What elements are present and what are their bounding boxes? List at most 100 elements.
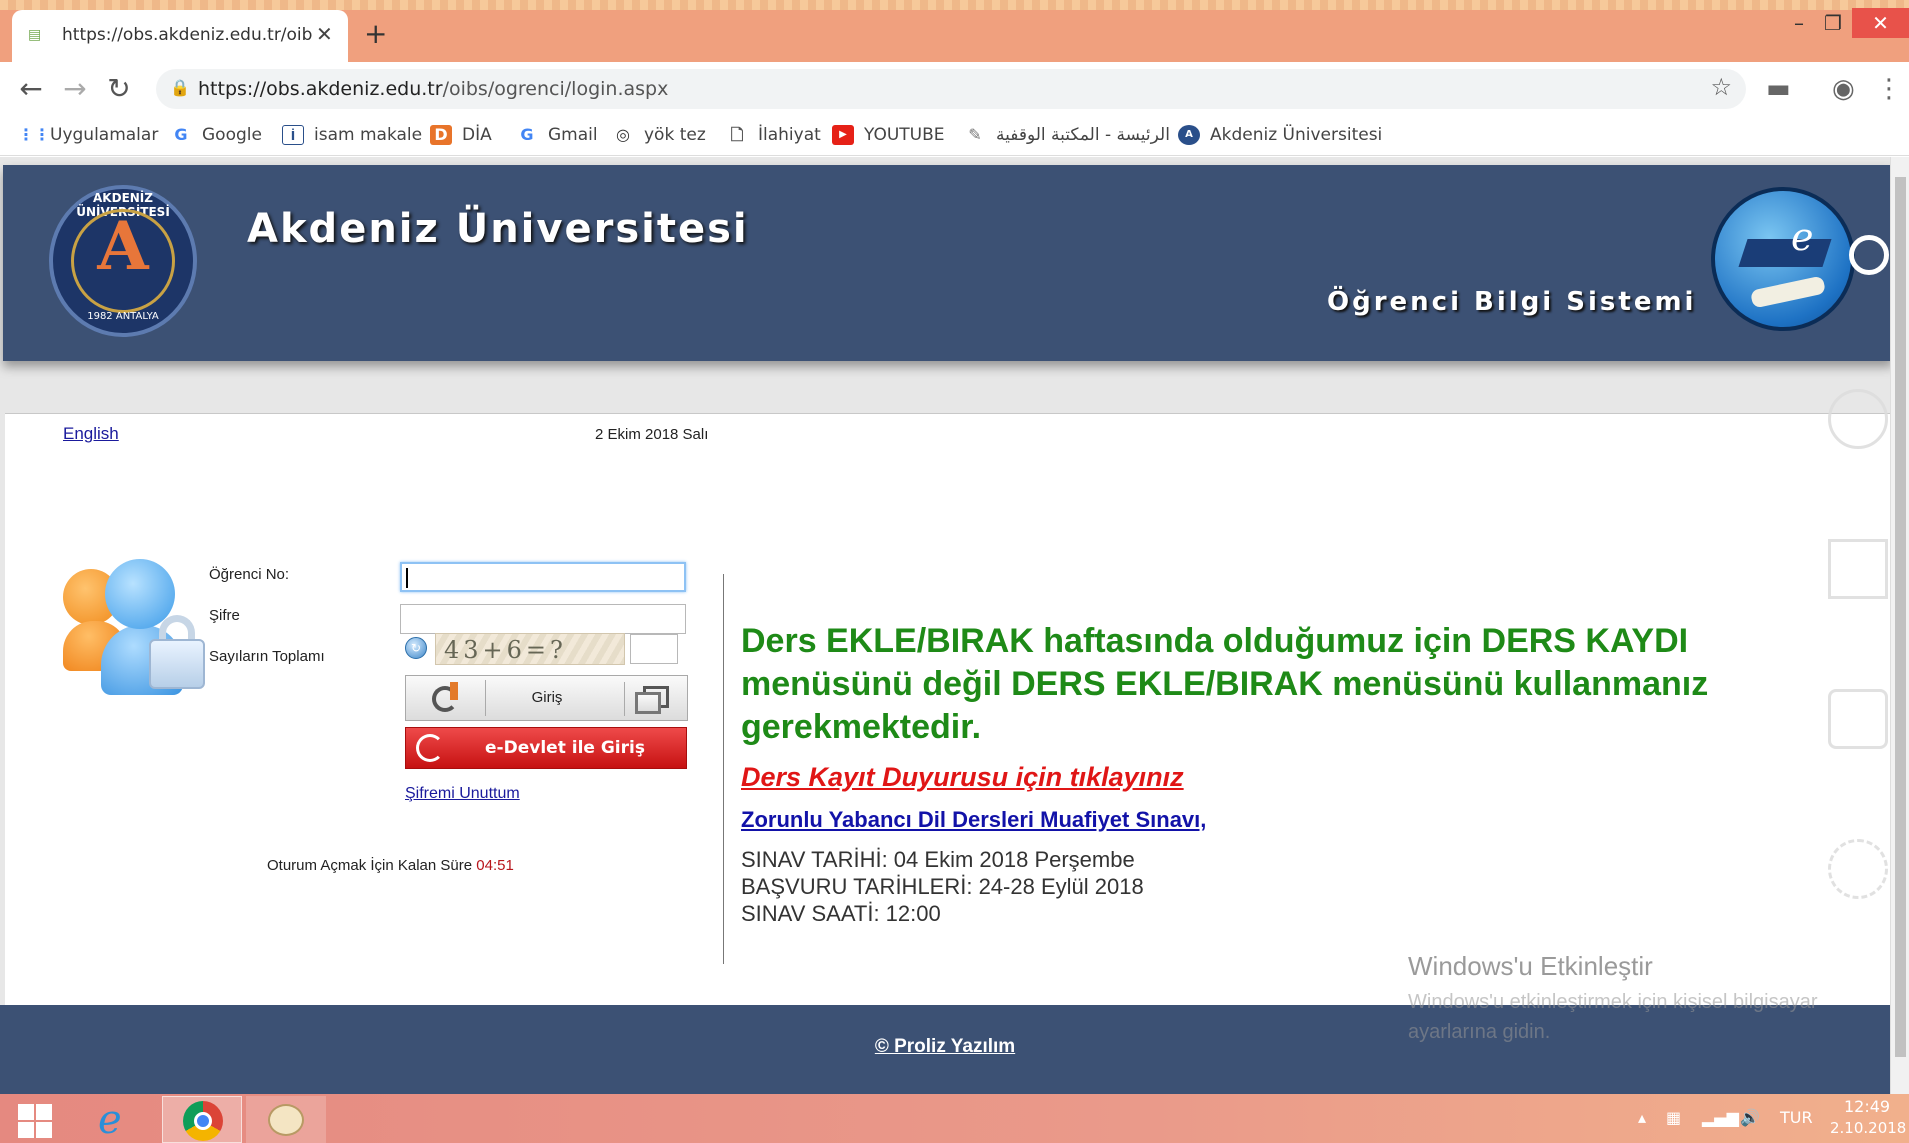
bookmark-gmail[interactable]: G Gmail: [516, 124, 597, 146]
browser-toolbar: ← → ↻ 🔒 https://obs.akdeniz.edu.tr/oibs/…: [0, 62, 1909, 114]
captcha-text: 43+6=?: [444, 636, 567, 664]
system-title: Öğrenci Bilgi Sistemi: [1327, 287, 1697, 317]
favicon-icon: ▤: [28, 27, 42, 43]
diploma-icon: [1749, 275, 1827, 309]
english-link[interactable]: English: [63, 424, 119, 444]
edevlet-login-button[interactable]: e-Devlet ile Giriş: [405, 727, 687, 769]
e-campus-logo: e: [1711, 187, 1889, 331]
youtube-icon: ▶: [832, 125, 854, 145]
isam-icon: İ: [282, 125, 304, 145]
bookmark-star-icon[interactable]: ☆: [1710, 73, 1732, 101]
forgot-password-link[interactable]: Şifremi Unuttum: [405, 784, 520, 804]
back-icon[interactable]: ←: [14, 72, 48, 106]
vertical-divider: [723, 574, 724, 964]
scrollbar-thumb[interactable]: [1895, 177, 1906, 1057]
university-logo: AKDENİZ ÜNİVERSİTESİ A 1982 ANTALYA: [49, 185, 197, 337]
captcha-label: Sayıların Toplamı: [209, 648, 325, 665]
share-charm-icon: [1828, 389, 1888, 449]
titlebar-stripe: [0, 0, 1909, 10]
page-viewport: AKDENİZ ÜNİVERSİTESİ A 1982 ANTALYA Akde…: [0, 157, 1890, 1094]
bookmark-waqfeya[interactable]: ✎ الرئيسة - المكتبة الوقفية: [964, 124, 1170, 146]
e-letter: e: [1791, 215, 1814, 259]
password-label: Şifre: [209, 607, 240, 624]
forward-icon[interactable]: →: [58, 72, 92, 106]
session-time: 04:51: [476, 857, 514, 874]
application-dates-line: BAŞVURU TARİHLERİ: 24-28 Eylül 2018: [741, 874, 1144, 899]
reload-icon[interactable]: ↻: [102, 72, 136, 106]
internet-explorer-icon[interactable]: e: [80, 1096, 160, 1143]
course-registration-link[interactable]: Ders Kayıt Duyurusu için tıklayınız: [741, 760, 1184, 794]
edevlet-label: e-Devlet ile Giriş: [485, 738, 645, 758]
magnifier-icon: [1849, 235, 1889, 275]
announcement-title: Ders EKLE/BIRAK haftasında olduğumuz içi…: [741, 622, 1709, 746]
bookmark-dia[interactable]: D DİA: [430, 124, 492, 146]
bookmark-isam[interactable]: İisam makale: [282, 124, 422, 146]
apps-grid-icon: ⋮⋮: [18, 125, 50, 144]
logo-a-mark: A: [97, 207, 149, 285]
page-icon: 🗋: [730, 125, 744, 144]
clock-time[interactable]: 12:49: [1844, 1098, 1890, 1116]
tray-arrow-icon[interactable]: ▴: [1638, 1108, 1646, 1128]
window-copy-icon[interactable]: [624, 682, 682, 716]
minimize-icon[interactable]: –: [1784, 8, 1814, 38]
activation-watermark-title: Windows'u Etkinleştir: [1408, 951, 1653, 981]
captcha-input[interactable]: [630, 634, 678, 664]
login-button[interactable]: Giriş: [492, 688, 602, 708]
captcha-refresh-icon[interactable]: ↻: [405, 637, 427, 659]
graduation-cap-icon: [1738, 239, 1832, 267]
university-title: Akdeniz Üniversitesi: [247, 206, 749, 252]
student-no-label: Öğrenci No:: [209, 566, 290, 583]
bookmark-yok-tez[interactable]: ◎ yök tez: [612, 124, 706, 146]
restore-icon[interactable]: ❐: [1818, 8, 1848, 38]
session-label-text: Oturum Açmak İçin Kalan Süre: [267, 857, 473, 874]
users-lock-icon: [63, 559, 213, 699]
window-close-icon[interactable]: ✕: [1852, 8, 1909, 38]
new-tab-button[interactable]: +: [364, 18, 387, 50]
devices-charm-icon: [1828, 689, 1888, 749]
browser-titlebar: ▤ https://obs.akdeniz.edu.tr/oibs/o ✕ + …: [0, 0, 1909, 62]
network-icon[interactable]: ▦: [1666, 1108, 1681, 1128]
dia-icon: D: [430, 125, 452, 145]
captcha-image: 43+6=?: [435, 633, 625, 665]
windows-taskbar: e ▴ ▦ ▂▄▆ 🔊 TUR 12:49 2.10.2018: [0, 1094, 1909, 1143]
google-icon: G: [520, 125, 534, 144]
paint-icon[interactable]: [246, 1096, 326, 1143]
text-caret: [406, 568, 408, 588]
signal-icon[interactable]: ▂▄▆: [1702, 1108, 1739, 1128]
login-button-group: Giriş: [405, 675, 688, 721]
close-tab-icon[interactable]: ✕: [316, 22, 333, 46]
clock-date[interactable]: 2.10.2018: [1830, 1119, 1906, 1137]
exam-date-line: SINAV TARİHİ: 04 Ekim 2018 Perşembe: [741, 847, 1135, 872]
bookmark-akdeniz[interactable]: A Akdeniz Üniversitesi: [1178, 124, 1382, 146]
bookmark-apps[interactable]: ⋮⋮Uygulamalar: [18, 124, 158, 146]
activation-watermark-text: Windows'u etkinleştirmek için kişisel bi…: [1408, 991, 1818, 1043]
address-url: https://obs.akdeniz.edu.tr/oibs/ogrenci/…: [198, 78, 669, 100]
page-scrollbar[interactable]: [1890, 157, 1909, 1094]
google-icon: G: [174, 125, 188, 144]
edevlet-logo-icon: [416, 734, 444, 762]
power-icon[interactable]: [414, 680, 486, 716]
chrome-icon[interactable]: [162, 1096, 242, 1143]
book-icon: ✎: [968, 125, 982, 144]
menu-dots-icon[interactable]: ⋮: [1876, 74, 1902, 104]
lock-body: [149, 639, 205, 689]
bookmark-youtube[interactable]: ▶ YOUTUBE: [832, 124, 945, 146]
bookmark-ilahiyat[interactable]: 🗋 İlahiyat: [726, 124, 821, 146]
address-bar[interactable]: 🔒 https://obs.akdeniz.edu.tr/oibs/ogrenc…: [156, 69, 1746, 109]
tab-title: https://obs.akdeniz.edu.tr/oibs/o: [62, 25, 312, 45]
start-charm-icon: [1828, 539, 1888, 599]
akdeniz-icon: A: [1178, 125, 1200, 145]
exemption-exam-link[interactable]: Zorunlu Yabancı Dil Dersleri Muafiyet Sı…: [741, 806, 1206, 834]
volume-icon[interactable]: 🔊: [1740, 1108, 1760, 1128]
student-no-input[interactable]: [400, 562, 686, 592]
language-indicator[interactable]: TUR: [1780, 1108, 1813, 1128]
logo-year: 1982 ANTALYA: [87, 311, 159, 322]
session-timer: Oturum Açmak İçin Kalan Süre 04:51: [267, 857, 514, 875]
password-input[interactable]: [400, 604, 686, 634]
bookmark-google[interactable]: G Google: [170, 124, 262, 146]
login-content: English 2 Ekim 2018 Salı Öğrenci No: Şif…: [5, 413, 1890, 1009]
browser-tab-active[interactable]: ▤ https://obs.akdeniz.edu.tr/oibs/o ✕: [12, 10, 348, 62]
profile-icon[interactable]: ◉: [1832, 74, 1855, 104]
extension-icon[interactable]: ▬: [1766, 74, 1791, 104]
yok-icon: ◎: [616, 125, 630, 144]
